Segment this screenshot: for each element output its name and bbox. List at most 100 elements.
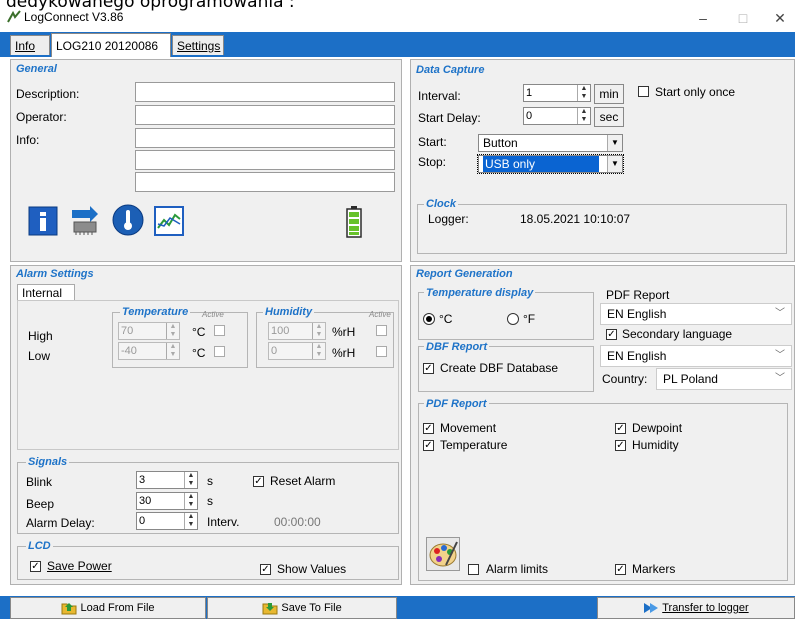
humidity-checkbox[interactable]: ✓ <box>615 440 626 451</box>
lcd-title: LCD <box>26 540 53 552</box>
start-delay-unit-button[interactable]: sec <box>594 107 624 127</box>
reset-alarm-checkbox[interactable]: ✓ <box>253 476 264 487</box>
start-only-once-checkbox[interactable] <box>638 86 649 97</box>
country-select[interactable]: PL Poland ﹀ <box>656 368 792 390</box>
temperature-checkbox[interactable]: ✓ <box>423 440 434 451</box>
chip-transfer-icon[interactable] <box>68 206 102 236</box>
operator-field[interactable] <box>135 105 395 125</box>
spin-arrows-icon[interactable]: ▲ ▼ <box>184 472 197 488</box>
pdf-language-select[interactable]: EN English ﹀ <box>600 303 792 325</box>
transfer-to-logger-label: Transfer to logger <box>662 602 749 614</box>
stop-select[interactable]: USB only ▼ <box>477 154 624 174</box>
maximize-button[interactable]: □ <box>728 8 758 28</box>
hum-low-active-checkbox[interactable] <box>376 346 387 357</box>
movement-checkbox[interactable]: ✓ <box>423 423 434 434</box>
spin-arrows-icon[interactable]: ▲ ▼ <box>577 85 590 101</box>
graph-icon[interactable] <box>154 206 184 236</box>
spin-arrows-icon[interactable]: ▲ ▼ <box>184 513 197 529</box>
dewpoint-checkbox[interactable]: ✓ <box>615 423 626 434</box>
spin-arrows-icon[interactable]: ▲ ▼ <box>184 493 197 509</box>
description-field[interactable] <box>135 82 395 102</box>
info-field-line-3[interactable] <box>135 172 395 192</box>
info-label: Info: <box>16 133 40 147</box>
secondary-language-select[interactable]: EN English ﹀ <box>600 345 792 367</box>
spin-arrows-icon[interactable]: ▲ ▼ <box>312 323 325 339</box>
alarm-settings-title: Alarm Settings <box>16 268 94 280</box>
tab-internal[interactable]: Internal <box>17 284 75 301</box>
save-power-checkbox[interactable]: ✓ <box>30 561 41 572</box>
start-label: Start: <box>418 135 447 149</box>
fahrenheit-radio[interactable] <box>507 313 519 325</box>
tab-info[interactable]: Info <box>10 35 50 55</box>
temp-active-label: Active <box>202 310 224 319</box>
report-generation-title: Report Generation <box>416 268 513 280</box>
fahrenheit-label: °F <box>523 312 536 326</box>
low-label: Low <box>28 349 51 363</box>
info-icon[interactable] <box>28 206 58 236</box>
start-select[interactable]: Button ▼ <box>478 134 623 152</box>
save-power-label: Save Power <box>47 559 112 573</box>
hum-high-stepper[interactable]: 100 ▲ ▼ <box>268 322 326 340</box>
tab-settings[interactable]: Settings <box>172 35 224 55</box>
transfer-to-logger-button[interactable]: Transfer to logger <box>597 597 795 619</box>
spin-arrows-icon[interactable]: ▲ ▼ <box>312 343 325 359</box>
interval-unit-button[interactable]: min <box>594 84 624 104</box>
minimize-button[interactable]: – <box>688 8 718 28</box>
show-values-checkbox[interactable]: ✓ <box>260 564 271 575</box>
secondary-language-label: Secondary language <box>622 327 733 341</box>
thermometer-icon[interactable] <box>112 204 144 236</box>
temp-unit-low: °C <box>192 346 206 360</box>
dewpoint-label: Dewpoint <box>632 421 683 435</box>
close-button[interactable]: ✕ <box>765 8 795 28</box>
hum-high-active-checkbox[interactable] <box>376 325 387 336</box>
chevron-down-icon[interactable]: ▼ <box>607 135 622 151</box>
start-select-value: Button <box>483 136 518 150</box>
celsius-radio[interactable] <box>423 313 435 325</box>
show-values-label: Show Values <box>277 562 347 576</box>
beep-unit: s <box>207 494 213 508</box>
pdf-report-label: PDF Report <box>606 288 670 302</box>
chevron-down-icon[interactable]: ▼ <box>607 156 622 172</box>
blink-unit: s <box>207 474 213 488</box>
stop-label: Stop: <box>418 155 447 169</box>
tab-settings-label: Settings <box>177 39 221 53</box>
temperature-display-title: Temperature display <box>424 287 536 299</box>
create-dbf-checkbox[interactable]: ✓ <box>423 363 434 374</box>
create-dbf-label: Create DBF Database <box>440 361 559 375</box>
interval-stepper[interactable]: 1 ▲ ▼ <box>523 84 591 102</box>
country-label: Country: <box>602 372 648 386</box>
country-value: PL Poland <box>663 372 718 386</box>
palette-icon[interactable] <box>426 537 460 571</box>
hum-low-stepper[interactable]: 0 ▲ ▼ <box>268 342 326 360</box>
secondary-language-checkbox[interactable]: ✓ <box>606 329 617 340</box>
temp-low-active-checkbox[interactable] <box>214 346 225 357</box>
general-title: General <box>16 63 57 75</box>
spin-arrows-icon[interactable]: ▲ ▼ <box>166 323 179 339</box>
app-icon <box>7 10 21 23</box>
pdf-report-title: PDF Report <box>424 398 489 410</box>
beep-stepper[interactable]: 30 ▲ ▼ <box>136 492 198 510</box>
spin-arrows-icon[interactable]: ▲ ▼ <box>166 343 179 359</box>
start-delay-stepper[interactable]: 0 ▲ ▼ <box>523 107 591 125</box>
temp-high-stepper[interactable]: 70 ▲ ▼ <box>118 322 180 340</box>
alarm-limits-checkbox[interactable] <box>468 564 479 575</box>
reset-alarm-label: Reset Alarm <box>270 474 336 488</box>
transfer-arrow-icon <box>644 603 659 614</box>
interval-value: 1 <box>526 87 533 99</box>
tab-device[interactable]: LOG210 20120086 <box>51 33 171 57</box>
start-only-once-label: Start only once <box>655 85 736 99</box>
hum-unit-high: %rH <box>332 325 356 339</box>
temp-low-stepper[interactable]: -40 ▲ ▼ <box>118 342 180 360</box>
markers-checkbox[interactable]: ✓ <box>615 564 626 575</box>
data-capture-title: Data Capture <box>416 64 485 76</box>
spin-arrows-icon[interactable]: ▲ ▼ <box>577 108 590 124</box>
blink-stepper[interactable]: 3 ▲ ▼ <box>136 471 198 489</box>
save-to-file-button[interactable]: Save To File <box>207 597 397 619</box>
info-field-line-2[interactable] <box>135 150 395 170</box>
tab-info-label: Info <box>15 39 36 53</box>
celsius-label: °C <box>439 312 453 326</box>
load-from-file-button[interactable]: Load From File <box>10 597 206 619</box>
info-field-line-1[interactable] <box>135 128 395 148</box>
alarm-delay-stepper[interactable]: 0 ▲ ▼ <box>136 512 198 530</box>
temp-high-active-checkbox[interactable] <box>214 325 225 336</box>
